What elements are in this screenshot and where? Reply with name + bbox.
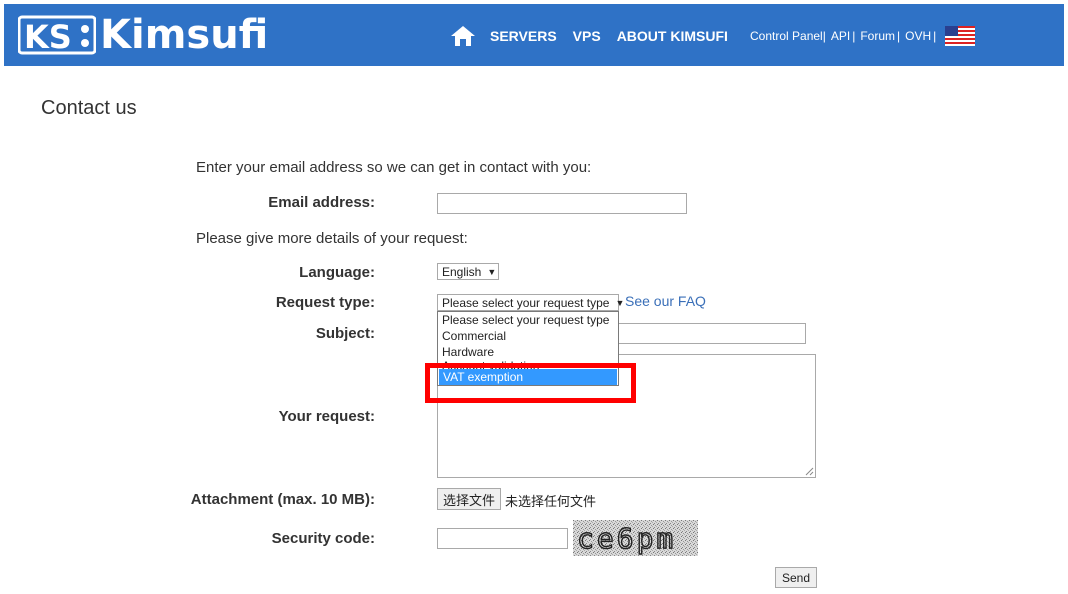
ks-logo-icon: KS	[18, 15, 96, 55]
captcha-text: ce6pm	[577, 522, 676, 555]
attachment-label: Attachment (max. 10 MB):	[190, 491, 375, 508]
language-value: English	[442, 264, 482, 279]
request-type-select[interactable]: Please select your request type ▼	[437, 294, 624, 311]
choose-file-button[interactable]: 选择文件	[437, 488, 501, 510]
captcha-image: ce6pm	[573, 520, 698, 556]
your-request-label: Your request:	[278, 408, 375, 425]
top-header: KS Kimsufi SERVERS VPS ABOUT KIMSUFI Con…	[4, 4, 1064, 66]
language-label: Language:	[299, 264, 375, 281]
home-icon[interactable]	[450, 25, 476, 47]
link-control-panel[interactable]: Control Panel	[750, 29, 823, 43]
language-select[interactable]: English ▼	[437, 263, 499, 280]
resize-grip-icon[interactable]	[804, 466, 814, 476]
us-flag-icon[interactable]	[945, 26, 976, 46]
faq-link[interactable]: See our FAQ	[625, 293, 706, 309]
option-placeholder[interactable]: Please select your request type	[438, 312, 618, 328]
dropdown-arrow-icon: ▼	[487, 266, 497, 277]
security-code-label: Security code:	[271, 530, 375, 547]
option-hardware[interactable]: Hardware	[438, 344, 618, 360]
email-intro: Enter your email address so we can get i…	[196, 159, 592, 176]
link-api[interactable]: API	[831, 29, 850, 43]
file-status: 未选择任何文件	[505, 495, 597, 510]
email-label: Email address:	[268, 194, 375, 211]
send-button[interactable]: Send	[775, 567, 817, 588]
nav-about-kimsufi[interactable]: ABOUT KIMSUFI	[617, 28, 728, 44]
top-links: Control Panel | API | Forum | OVH |	[750, 26, 976, 46]
svg-text:KS: KS	[24, 18, 72, 55]
separator: |	[933, 29, 937, 43]
option-commercial[interactable]: Commercial	[438, 328, 618, 344]
nav-servers[interactable]: SERVERS	[490, 28, 557, 44]
separator: |	[852, 29, 856, 43]
request-type-value: Please select your request type	[442, 295, 610, 310]
logo-text: Kimsufi	[100, 12, 269, 58]
request-type-label: Request type:	[275, 294, 375, 311]
main-nav: SERVERS VPS ABOUT KIMSUFI	[450, 22, 744, 50]
details-intro: Please give more details of your request…	[196, 230, 468, 247]
email-input[interactable]	[437, 193, 687, 214]
link-forum[interactable]: Forum	[860, 29, 895, 43]
option-account-validation[interactable]: Account validation	[438, 360, 618, 369]
separator: |	[822, 29, 826, 43]
dropdown-arrow-icon: ▼	[615, 297, 625, 308]
request-type-dropdown: Please select your request type Commerci…	[437, 311, 619, 386]
kimsufi-logo[interactable]: KS Kimsufi	[18, 10, 268, 60]
option-vat-exemption[interactable]: VAT exemption	[439, 369, 617, 385]
separator: |	[896, 29, 901, 43]
page-title: Contact us	[41, 97, 137, 119]
security-code-input[interactable]	[437, 528, 568, 549]
subject-label: Subject:	[315, 325, 375, 342]
nav-vps[interactable]: VPS	[573, 28, 601, 44]
link-ovh[interactable]: OVH	[905, 29, 931, 43]
